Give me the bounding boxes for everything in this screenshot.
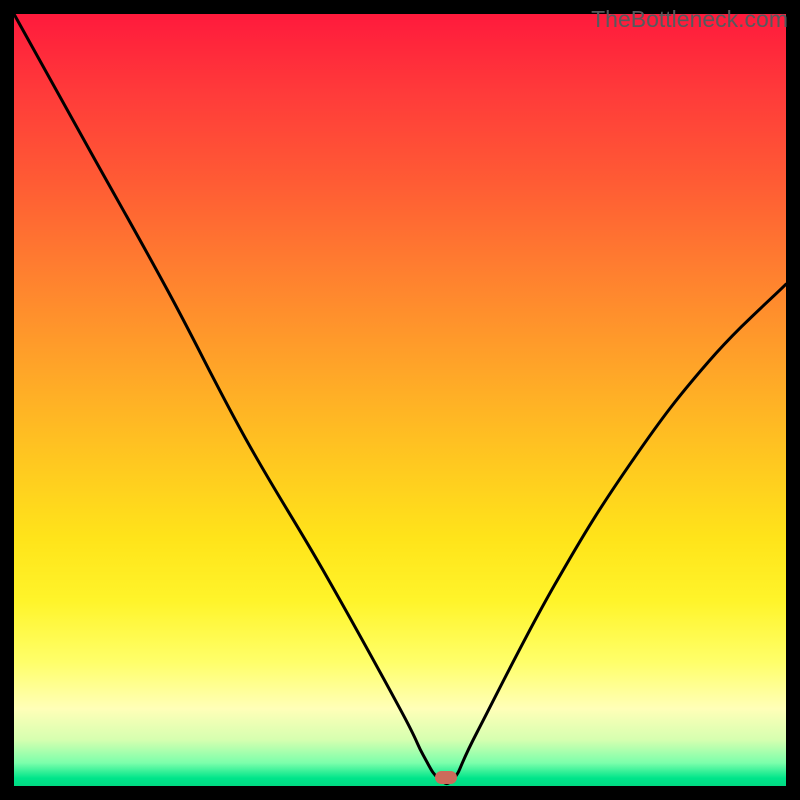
watermark-text: TheBottleneck.com (591, 6, 788, 33)
plot-area (14, 14, 786, 786)
chart-frame: TheBottleneck.com (0, 0, 800, 800)
optimal-marker (435, 771, 457, 784)
bottleneck-curve (14, 14, 786, 786)
